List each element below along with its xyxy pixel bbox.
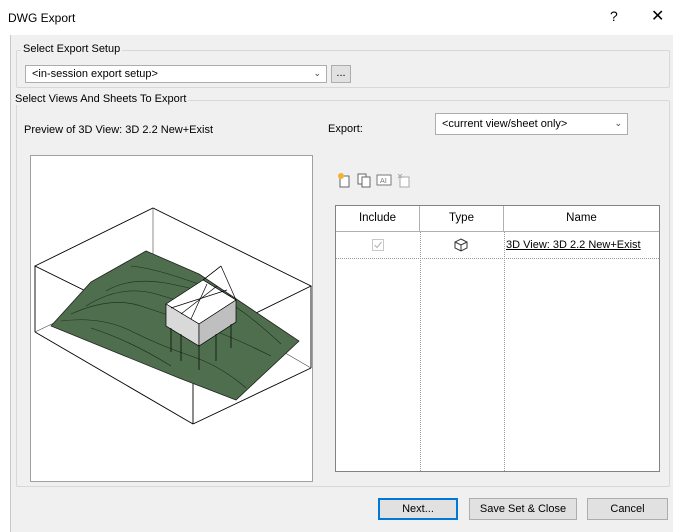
delete-set-icon[interactable] [396, 172, 412, 188]
window-title: DWG Export [8, 11, 76, 25]
views-group-label: Select Views And Sheets To Export [13, 93, 189, 105]
duplicate-set-icon[interactable] [356, 172, 372, 188]
export-setup-value: <in-session export setup> [32, 68, 158, 80]
dialog-body: Select Export Setup <in-session export s… [10, 35, 673, 532]
3d-model-preview [33, 207, 313, 425]
export-scope-combo[interactable]: <current view/sheet only> ⌄ [435, 113, 628, 135]
include-checkbox[interactable] [372, 239, 384, 251]
export-setup-combo[interactable]: <in-session export setup> ⌄ [25, 65, 327, 83]
browse-setup-button[interactable]: ... [331, 65, 351, 83]
preview-label: Preview of 3D View: 3D 2.2 New+Exist [24, 124, 214, 136]
column-header-type[interactable]: Type [420, 206, 504, 232]
close-button[interactable]: ✕ [651, 6, 664, 26]
svg-text:AI: AI [380, 177, 387, 185]
column-divider [504, 232, 505, 471]
export-setup-label: Select Export Setup [21, 43, 123, 55]
next-button[interactable]: Next... [378, 498, 458, 520]
save-set-close-button[interactable]: Save Set & Close [469, 498, 577, 520]
3d-view-icon [454, 238, 468, 252]
export-label: Export: [328, 123, 363, 135]
help-button[interactable]: ? [610, 8, 618, 24]
new-set-icon[interactable] [337, 172, 353, 188]
column-header-name[interactable]: Name [504, 206, 659, 232]
column-header-include[interactable]: Include [336, 206, 420, 232]
column-divider [420, 232, 421, 471]
view-name-link[interactable]: 3D View: 3D 2.2 New+Exist [506, 239, 641, 251]
chevron-down-icon: ⌄ [313, 68, 321, 78]
export-scope-value: <current view/sheet only> [442, 118, 568, 130]
row-divider [336, 258, 659, 259]
title-bar: DWG Export ? ✕ [0, 0, 673, 35]
view-preview [30, 155, 313, 482]
cancel-button[interactable]: Cancel [587, 498, 668, 520]
rename-set-icon[interactable]: AI [376, 172, 392, 188]
views-table: Include Type Name 3D View: 3D 2.2 New+Ex… [335, 205, 660, 472]
divider [10, 35, 11, 532]
chevron-down-icon: ⌄ [614, 118, 622, 128]
